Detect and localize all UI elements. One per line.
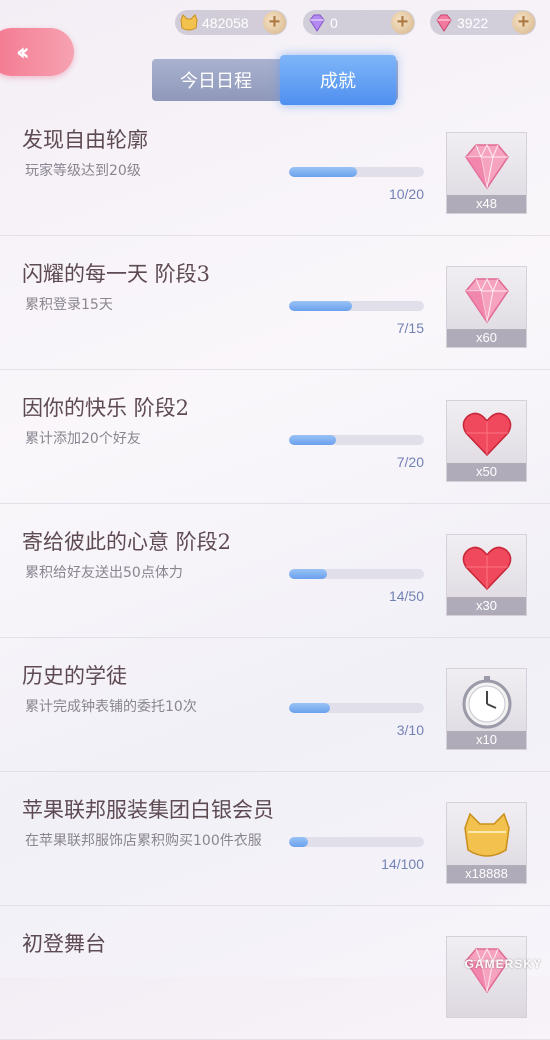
achievement-description: 在苹果联邦服饰店累积购买100件衣服: [25, 833, 262, 849]
purple-diamond-amount: 0: [330, 14, 338, 31]
reward-quantity: x18888: [447, 865, 526, 883]
add-gold-button[interactable]: +: [263, 11, 286, 34]
progress-count: 7/20: [396, 454, 424, 470]
achievement-title: 发现自由轮廓: [22, 128, 148, 152]
watermark: GAMERSKY: [464, 957, 542, 971]
reward-box[interactable]: x60: [446, 266, 527, 348]
achievement-title: 闪耀的每一天 阶段3: [22, 262, 211, 286]
progress-count: 14/50: [388, 588, 424, 604]
achievement-title: 因你的快乐 阶段2: [22, 396, 190, 420]
reward-quantity: x10: [447, 731, 526, 749]
pink-diamond-icon: [434, 13, 454, 33]
add-pink-diamond-button[interactable]: +: [512, 11, 535, 34]
achievement-row: 初登舞台: [0, 906, 550, 1040]
tab-achievements[interactable]: 成就: [280, 55, 396, 105]
progress-count: 3/10: [396, 722, 424, 738]
achievement-title: 苹果联邦服装集团白银会员: [22, 798, 274, 822]
gold-cat-coin-icon: [179, 13, 199, 33]
achievement-title: 初登舞台: [22, 932, 106, 956]
red-heart-icon: [447, 539, 526, 597]
progress-bar: [289, 837, 424, 847]
achievement-description: 累计添加20个好友: [25, 431, 141, 447]
achievement-description: 累计完成钟表铺的委托10次: [25, 699, 197, 715]
add-purple-diamond-button[interactable]: +: [391, 11, 414, 34]
achievement-row: 历史的学徒 累计完成钟表铺的委托10次 3/10 x10: [0, 638, 550, 772]
pocket-watch-icon: [447, 673, 526, 731]
progress-bar: [289, 167, 424, 177]
reward-quantity: x50: [447, 463, 526, 481]
achievement-row: 苹果联邦服装集团白银会员 在苹果联邦服饰店累积购买100件衣服 14/100 x…: [0, 772, 550, 906]
pink-diamond-amount: 3922: [457, 14, 489, 31]
achievement-row: 因你的快乐 阶段2 累计添加20个好友 7/20 x50: [0, 370, 550, 504]
red-heart-icon: [447, 405, 526, 463]
reward-box[interactable]: x10: [446, 668, 527, 750]
achievement-row: 闪耀的每一天 阶段3 累积登录15天 7/15 x60: [0, 236, 550, 370]
reward-quantity: x60: [447, 329, 526, 347]
progress-count: 10/20: [388, 186, 424, 202]
reward-quantity: x48: [447, 195, 526, 213]
progress-fill: [289, 837, 308, 847]
progress-fill: [289, 569, 327, 579]
progress-fill: [289, 703, 330, 713]
purple-diamond-icon: [307, 13, 327, 33]
gold-currency: 482058 +: [175, 10, 287, 35]
progress-fill: [289, 435, 337, 445]
pink-diamond-icon: [447, 271, 526, 329]
progress-count: 14/100: [381, 856, 424, 872]
achievement-description: 累积给好友送出50点体力: [25, 565, 183, 581]
achievement-row: 寄给彼此的心意 阶段2 累积给好友送出50点体力 14/50 x30: [0, 504, 550, 638]
reward-box[interactable]: [446, 936, 527, 1018]
currency-bar: 482058 + 0 + 3922 +: [0, 10, 550, 40]
achievement-title: 寄给彼此的心意 阶段2: [22, 530, 232, 554]
achievement-description: 玩家等级达到20级: [25, 163, 141, 179]
achievement-row: 发现自由轮廓 玩家等级达到20级 10/20 x48: [0, 102, 550, 236]
reward-quantity: x30: [447, 597, 526, 615]
reward-box[interactable]: x48: [446, 132, 527, 214]
progress-bar: [289, 569, 424, 579]
progress-bar: [289, 435, 424, 445]
gold-amount: 482058: [202, 14, 249, 31]
achievement-list: 发现自由轮廓 玩家等级达到20级 10/20 x48 闪耀的每一天 阶段3 累积…: [0, 102, 550, 1040]
progress-fill: [289, 167, 357, 177]
double-chevron-left-icon: ‹‹: [16, 38, 30, 66]
achievement-description: 累积登录15天: [25, 297, 113, 313]
achievement-title: 历史的学徒: [22, 664, 127, 688]
tab-daily-schedule[interactable]: 今日日程: [152, 59, 280, 101]
reward-box[interactable]: x30: [446, 534, 527, 616]
tab-bar: 今日日程 成就: [152, 55, 398, 105]
pink-diamond-icon: [447, 137, 526, 195]
reward-box[interactable]: x18888: [446, 802, 527, 884]
progress-fill: [289, 301, 353, 311]
progress-count: 7/15: [396, 320, 424, 336]
progress-bar: [289, 301, 424, 311]
gold-cat-coin-icon: [447, 807, 526, 865]
back-button[interactable]: ‹‹: [0, 28, 74, 76]
pink-diamond-currency: 3922 +: [430, 10, 536, 35]
progress-bar: [289, 703, 424, 713]
reward-box[interactable]: x50: [446, 400, 527, 482]
purple-diamond-currency: 0 +: [303, 10, 415, 35]
